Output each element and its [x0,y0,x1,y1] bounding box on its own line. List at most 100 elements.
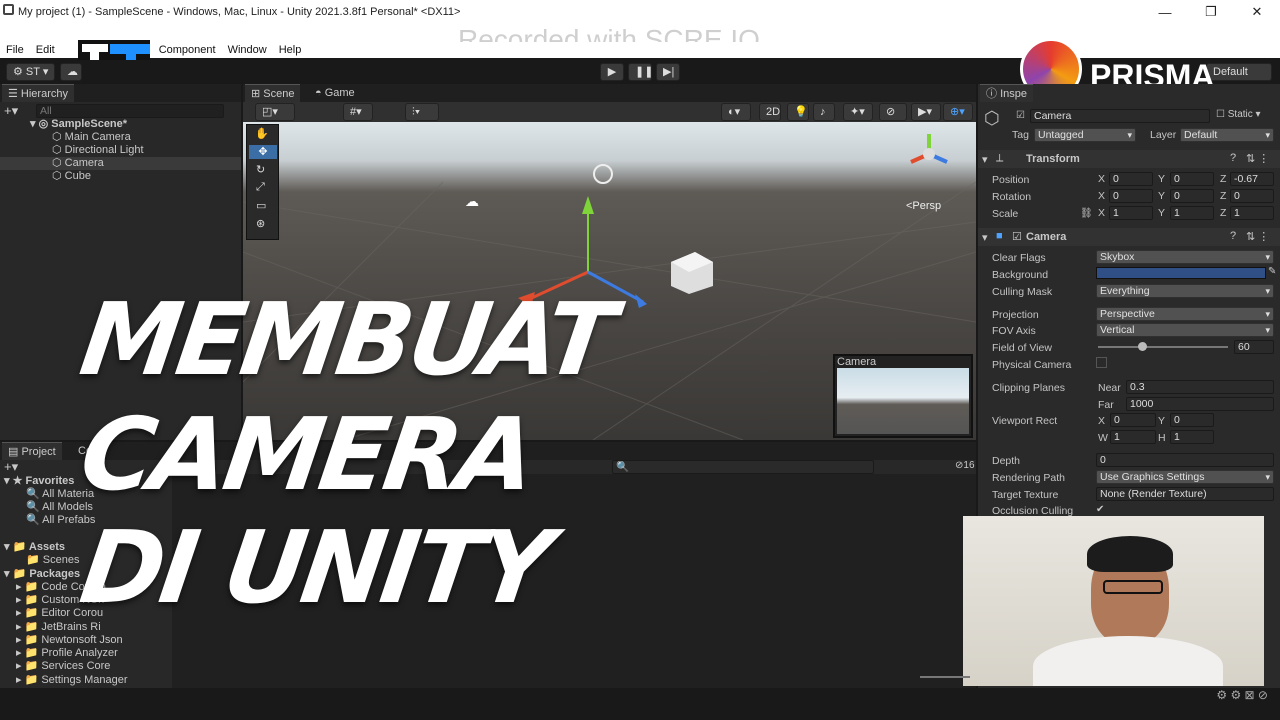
occlusion-culling-checkbox[interactable]: ✔ [1096,504,1104,515]
transform-icon[interactable]: ⊛ [256,217,265,230]
list-item[interactable]: ▸ 📁 Settings Manager [16,674,128,687]
link-icon[interactable]: ⛓ [1080,208,1093,219]
list-item[interactable]: 📁 Scenes [26,554,79,567]
scene-root[interactable]: ▾ ◎ SampleScene* [30,118,127,131]
eyedropper-icon[interactable]: ✎ [1268,266,1276,277]
static-checkbox[interactable]: ☐ Static ▾ [1216,109,1261,120]
step-icon[interactable]: ▶| [656,63,680,81]
tab-inspector[interactable]: ⓘ Inspe [980,84,1033,102]
snap-icon[interactable]: ⫶▾ [405,103,439,121]
camera-enabled-checkbox[interactable]: ☑ [1012,230,1022,243]
fov-axis-dropdown[interactable]: Vertical [1096,323,1274,337]
target-texture-field[interactable]: None (Render Texture) [1096,487,1274,501]
draw-mode-icon[interactable]: ◰▾ [255,103,295,121]
effects-icon[interactable]: ✦▾ [843,103,873,121]
tag-dropdown[interactable]: Untagged [1034,128,1136,142]
add-icon[interactable]: +▾ [4,103,18,119]
tab-project[interactable]: ▤ Project [2,442,62,460]
orientation-gizmo-icon[interactable] [899,122,959,192]
audio-icon[interactable]: ♪ [813,103,835,121]
close-icon[interactable]: ✕ [1234,0,1280,24]
viewport-h[interactable]: 1 [1170,430,1214,444]
background-color-swatch[interactable] [1096,267,1266,279]
position-y[interactable]: 0 [1170,172,1214,186]
active-checkbox[interactable]: ☑ [1016,110,1025,121]
settings-icon[interactable]: ⇅ ⋮ [1246,152,1269,165]
list-item[interactable]: ▸ 📁 Profile Analyzer [16,647,118,660]
minimize-icon[interactable]: — [1142,0,1188,24]
projection-dropdown[interactable]: Perspective [1096,307,1274,321]
menu-component[interactable]: Component [153,42,222,58]
scale-z[interactable]: 1 [1230,206,1274,220]
list-item[interactable]: ⬡ Main Camera [52,131,131,144]
packages-header[interactable]: ▾ 📁 Packages [4,568,80,581]
layer-dropdown[interactable]: Default [1180,128,1274,142]
lighting-icon[interactable]: 💡 [787,103,809,121]
settings-icon[interactable]: ⇅ ⋮ [1246,230,1269,243]
position-z[interactable]: -0.67 [1230,172,1274,186]
mode-2d-button[interactable]: 2D [759,103,781,121]
scale-x[interactable]: 1 [1109,206,1153,220]
rotation-z[interactable]: 0 [1230,189,1274,203]
help-icon[interactable]: ? [1230,230,1236,242]
cloud-icon[interactable]: ☁ [60,63,82,81]
play-icon[interactable]: ▶ [600,63,624,81]
fov-field[interactable]: 60 [1234,340,1274,354]
near-field[interactable]: 0.3 [1126,380,1274,394]
fov-slider-handle[interactable] [1138,342,1147,351]
persp-label[interactable]: <Persp [906,200,941,212]
viewport-y[interactable]: 0 [1170,413,1214,427]
position-x[interactable]: 0 [1109,172,1153,186]
shading-icon[interactable]: ◐▾ [721,103,751,121]
fov-slider-track[interactable] [1098,346,1228,348]
tab-game[interactable]: ◓ Game [309,84,361,102]
rotate-icon[interactable]: ↻ [256,163,265,176]
add-icon[interactable]: +▾ [4,459,18,475]
help-icon[interactable]: ? [1230,152,1236,164]
move-icon[interactable]: ✥ [249,145,277,159]
clear-flags-dropdown[interactable]: Skybox [1096,250,1274,264]
scale-icon[interactable]: ⤢ [256,181,265,194]
tab-scene[interactable]: ⊞ Scene [245,84,301,102]
list-item[interactable]: ⬡ Cube [52,170,91,183]
list-item-selected[interactable]: ⬡ Camera [0,157,241,170]
list-item[interactable]: ⬡ Directional Light [52,144,144,157]
assets-header[interactable]: ▾ 📁 Assets [4,541,65,554]
rect-icon[interactable]: ▭ [256,199,266,212]
menu-file[interactable]: File [0,42,30,58]
tab-hierarchy[interactable]: ☰ Hierarchy [2,84,74,102]
transform-header[interactable]: ▾ ⟂ Transform ? ⇅ ⋮ [978,150,1280,168]
zoom-slider[interactable] [920,676,970,678]
menu-edit[interactable]: Edit [30,42,61,58]
menu-window[interactable]: Window [222,42,273,58]
rendering-path-dropdown[interactable]: Use Graphics Settings [1096,470,1274,484]
name-field[interactable]: Camera [1030,109,1210,123]
list-item[interactable]: 🔍 All Prefabs [26,514,95,527]
depth-field[interactable]: 0 [1096,453,1274,467]
list-item[interactable]: ▸ 📁 Newtonsoft Json [16,634,123,647]
camera-icon[interactable]: ▶▾ [911,103,941,121]
favorites-header[interactable]: ▾ ★ Favorites [4,475,74,488]
pause-icon[interactable]: ❚❚ [628,63,653,81]
culling-mask-dropdown[interactable]: Everything [1096,284,1274,298]
rotation-y[interactable]: 0 [1170,189,1214,203]
grid-icon[interactable]: #▾ [343,103,373,121]
viewport-x[interactable]: 0 [1110,413,1156,427]
physical-camera-checkbox[interactable] [1096,357,1107,368]
project-search-input[interactable]: 🔍 [612,460,874,474]
list-item[interactable]: ▸ 📁 Services Core [16,660,110,673]
hand-icon[interactable]: ✋ [255,127,269,140]
scale-y[interactable]: 1 [1170,206,1214,220]
gizmos-icon[interactable]: ⊕▾ [943,103,973,121]
maximize-icon[interactable]: ❐ [1188,0,1234,24]
rotation-x[interactable]: 0 [1109,189,1153,203]
account-dropdown[interactable]: ⚙ ST ▾ [6,63,56,81]
hierarchy-search-input[interactable]: All [36,104,224,118]
layout-dropdown[interactable]: Default [1206,63,1272,81]
visibility-icon[interactable]: ⊘ [879,103,907,121]
viewport-w[interactable]: 1 [1110,430,1156,444]
menu-help[interactable]: Help [273,42,308,58]
far-field[interactable]: 1000 [1126,397,1274,411]
hidden-count[interactable]: ⊘16 [955,460,975,471]
camera-component-header[interactable]: ▾ ■ ☑ Camera ? ⇅ ⋮ [978,228,1280,246]
